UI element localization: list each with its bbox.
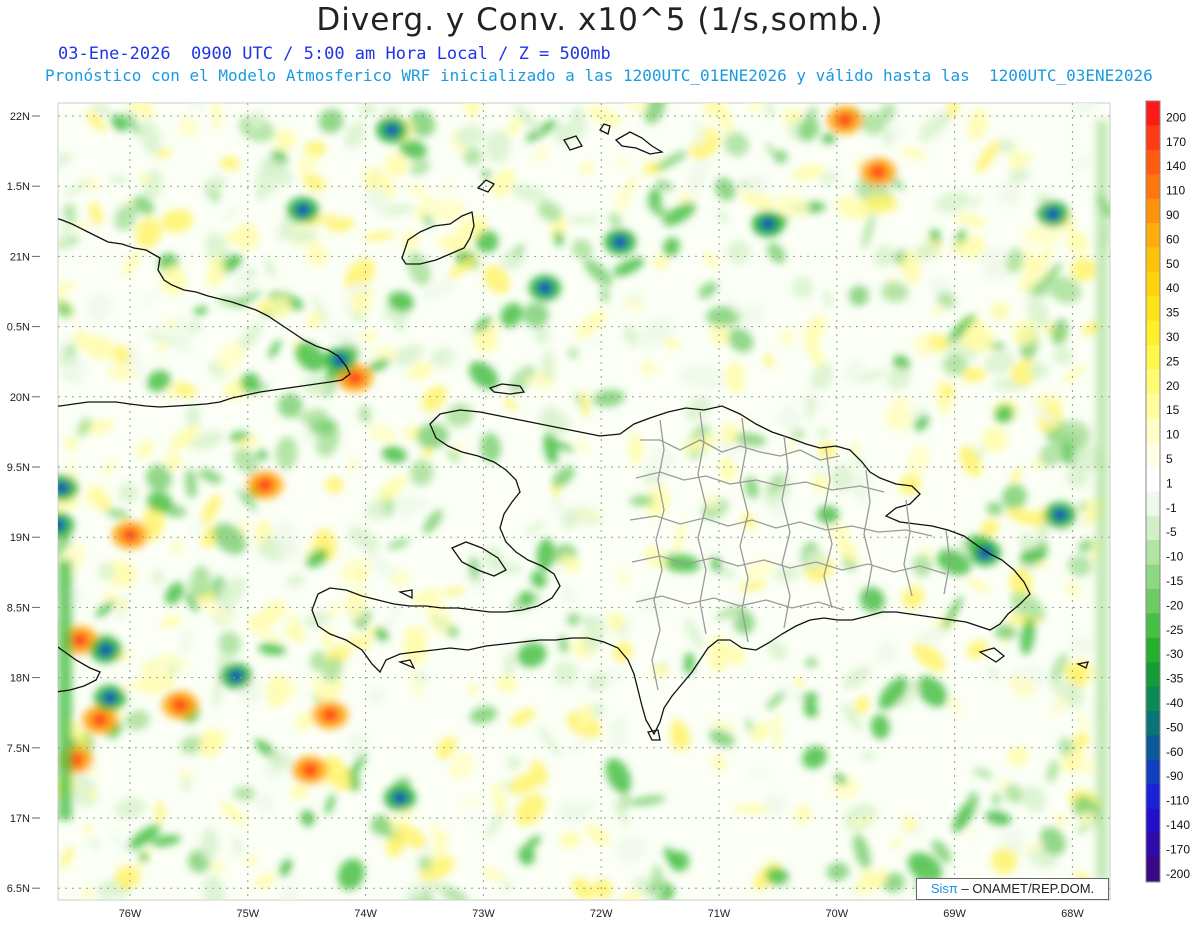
credit-text: – ONAMET/REP.DOM. <box>961 881 1095 896</box>
colorbar-swatch <box>1146 808 1160 834</box>
colorbar-label: 200 <box>1166 110 1186 124</box>
lat-label: 7.5N <box>7 743 30 755</box>
colorbar-label: -60 <box>1166 745 1184 759</box>
colorbar-swatch <box>1146 247 1160 273</box>
colorbar-swatch <box>1146 223 1160 248</box>
colorbar-swatch <box>1146 784 1160 810</box>
lat-label: 1.5N <box>7 181 30 193</box>
colorbar-label: 15 <box>1166 403 1180 417</box>
colorbar-swatch <box>1146 515 1160 541</box>
colorbar-swatch <box>1146 125 1160 151</box>
lon-label: 73W <box>472 908 495 920</box>
colorbar-swatch <box>1146 833 1160 858</box>
colorbar-swatch <box>1146 491 1160 517</box>
lon-label: 76W <box>119 908 142 920</box>
lon-label: 70W <box>825 908 848 920</box>
colorbar-label: 5 <box>1166 452 1173 466</box>
colorbar-swatch <box>1146 149 1160 175</box>
colorbar-swatch <box>1146 296 1160 322</box>
colorbar-label: -20 <box>1166 598 1184 612</box>
colorbar-label: 25 <box>1166 354 1180 368</box>
colorbar-swatch <box>1146 101 1160 126</box>
lat-label: 9.5N <box>7 462 30 474</box>
lon-label: 69W <box>943 908 966 920</box>
colorbar-swatch <box>1146 613 1160 639</box>
colorbar-swatch <box>1146 198 1160 224</box>
lon-label: 74W <box>354 908 377 920</box>
colorbar-label: 40 <box>1166 281 1180 295</box>
lat-label: 6.5N <box>7 883 30 895</box>
colorbar-label: 170 <box>1166 135 1186 149</box>
colorbar-label: 60 <box>1166 232 1180 246</box>
colorbar-label: 50 <box>1166 257 1180 271</box>
sispi-logo: Sisπ <box>930 881 958 896</box>
colorbar-swatch <box>1146 759 1160 785</box>
colorbar-swatch <box>1146 320 1160 346</box>
colorbar-label: -110 <box>1166 794 1189 808</box>
lat-label: 0.5N <box>7 322 30 334</box>
colorbar-swatch <box>1146 393 1160 419</box>
lat-label: 21N <box>10 251 30 263</box>
colorbar-swatch <box>1146 589 1160 614</box>
colorbar-swatch <box>1146 540 1160 566</box>
colorbar-label: -90 <box>1166 769 1184 783</box>
colorbar-swatch <box>1146 369 1160 395</box>
colorbar-label: -40 <box>1166 696 1184 710</box>
colorbar-label: -200 <box>1166 867 1190 881</box>
colorbar-label: -5 <box>1166 525 1177 539</box>
colorbar-label: -30 <box>1166 647 1184 661</box>
colorbar-swatch <box>1146 271 1160 297</box>
colorbar-swatch <box>1146 564 1160 590</box>
colorbar-swatch <box>1146 442 1160 468</box>
lat-label: 18N <box>10 673 30 685</box>
colorbar-swatch <box>1146 637 1160 663</box>
colorbar-label: 35 <box>1166 306 1180 320</box>
lat-label: 8.5N <box>7 602 30 614</box>
lat-label: 17N <box>10 813 30 825</box>
lon-label: 68W <box>1061 908 1084 920</box>
colorbar-label: -140 <box>1166 818 1190 832</box>
colorbar-label: -25 <box>1166 623 1184 637</box>
colorbar-swatch <box>1146 711 1160 736</box>
colorbar-label: -15 <box>1166 574 1184 588</box>
colorbar-label: 10 <box>1166 428 1180 442</box>
colorbar-label: -10 <box>1166 550 1184 564</box>
colorbar-label: 140 <box>1166 159 1186 173</box>
lat-label: 20N <box>10 392 30 404</box>
lon-label: 71W <box>708 908 731 920</box>
lon-label: 72W <box>590 908 613 920</box>
colorbar-label: 20 <box>1166 379 1180 393</box>
colorbar-swatch <box>1146 662 1160 688</box>
colorbar-label: 1 <box>1166 476 1173 490</box>
colorbar-label: -35 <box>1166 672 1184 686</box>
lon-label: 75W <box>236 908 259 920</box>
colorbar-swatch <box>1146 418 1160 444</box>
colorbar-label: 30 <box>1166 330 1180 344</box>
colorbar-label: 90 <box>1166 208 1180 222</box>
colorbar-label: 110 <box>1166 184 1185 198</box>
colorbar-swatch <box>1146 345 1160 370</box>
colorbar: 200 170 140 110 90 60 50 40 35 30 25 20 15 10 5 1 -1 -5 -1… <box>1145 100 1190 883</box>
colorbar-label: -1 <box>1166 501 1177 515</box>
colorbar-swatch <box>1146 174 1160 200</box>
divergence-map: 22N 1.5N 21N 0.5N 20N 9.5N 19N 8.5N 18N 7.5N 17N 6.… <box>7 100 1190 920</box>
credit-box: Sisπ – ONAMET/REP.DOM. <box>916 878 1109 900</box>
colorbar-label: -50 <box>1166 720 1184 734</box>
colorbar-swatch <box>1146 857 1160 883</box>
colorbar-swatch <box>1146 686 1160 712</box>
lat-label: 22N <box>10 111 30 123</box>
lat-label: 19N <box>10 532 30 544</box>
colorbar-label: -170 <box>1166 842 1190 856</box>
colorbar-swatch <box>1146 467 1160 492</box>
colorbar-swatch <box>1146 735 1160 761</box>
